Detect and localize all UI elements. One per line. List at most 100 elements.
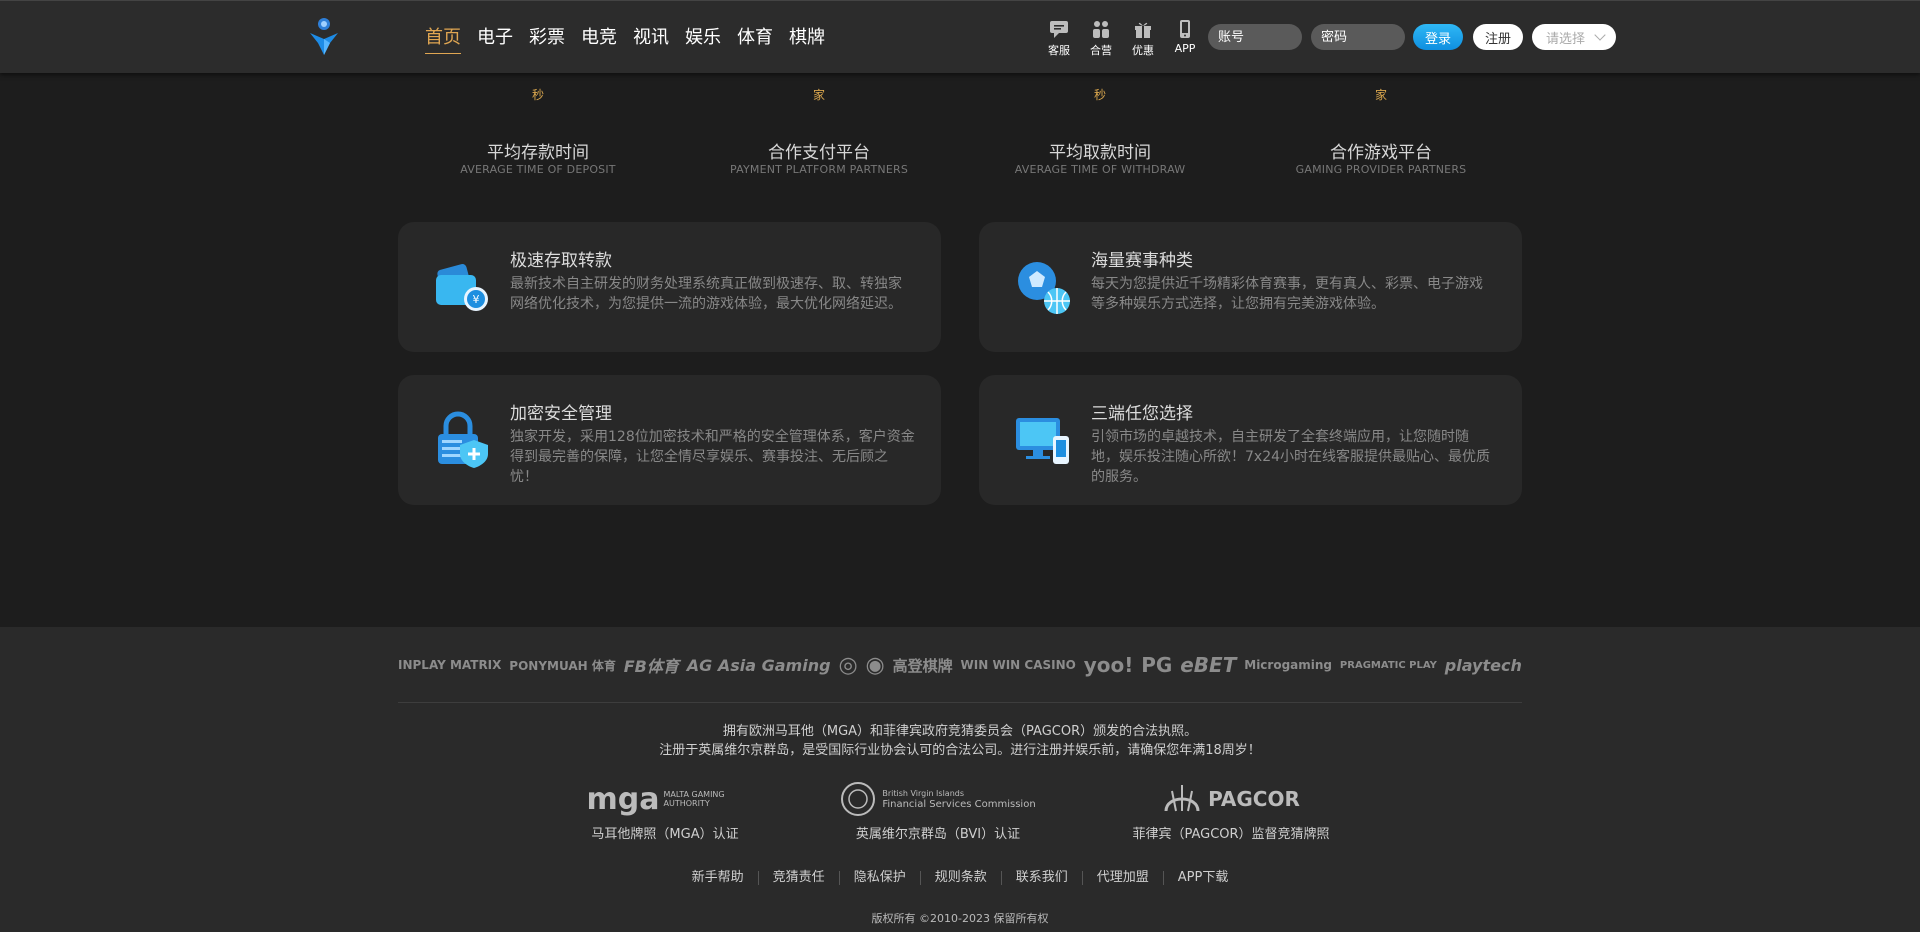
- tool-customer-service[interactable]: 客服: [1038, 19, 1080, 58]
- password-input[interactable]: [1311, 24, 1405, 50]
- license-bvi: British Virgin Islands Financial Service…: [808, 779, 1068, 842]
- stat-subtitle: AVERAGE TIME OF WITHDRAW: [1014, 163, 1186, 176]
- account-input[interactable]: [1208, 24, 1302, 50]
- nav-lottery[interactable]: 彩票: [529, 23, 565, 54]
- feature-description: 引领市场的卓越技术，自主研发了全套终端应用，让您随时随地，娱乐投注随心所欲！7x…: [1091, 429, 1491, 485]
- stat-unit: 家: [812, 88, 825, 102]
- nav-home[interactable]: 首页: [425, 23, 461, 54]
- license-caption: 马耳他牌照（MGA）认证: [591, 827, 739, 842]
- footer-link-contact[interactable]: 联系我们: [1002, 871, 1083, 885]
- partner-logo: WIN WIN CASINO: [960, 658, 1076, 672]
- license-caption: 英属维尔京群岛（BVI）认证: [855, 827, 1021, 842]
- tool-partnership[interactable]: 合营: [1080, 19, 1122, 58]
- nav-sports[interactable]: 体育: [737, 23, 773, 54]
- bvi-logo: British Virgin Islands Financial Service…: [808, 779, 1068, 819]
- nav-entertainment[interactable]: 娱乐: [685, 23, 721, 54]
- register-button[interactable]: 注册: [1473, 24, 1523, 50]
- nav-live-video[interactable]: 视讯: [633, 23, 669, 54]
- stat-title: 平均存款时间: [487, 143, 589, 163]
- license-pagcor: PAGCOR 菲律宾（PAGCOR）监督竞猜牌照: [1101, 779, 1361, 842]
- stat-title: 合作支付平台: [768, 143, 870, 163]
- select-label: 请选择: [1546, 31, 1586, 47]
- stat-unit: 秒: [1093, 88, 1106, 102]
- tool-app[interactable]: APP: [1164, 19, 1206, 58]
- partner-logo: PG: [1141, 653, 1173, 677]
- partner-logo: ◉: [865, 652, 885, 678]
- partner-logo: eBET: [1180, 653, 1237, 677]
- nav-chess-cards[interactable]: 棋牌: [789, 23, 825, 54]
- footer-links: 新手帮助 竞猜责任 隐私保护 规则条款 联系我们 代理加盟 APP下载: [0, 871, 1920, 885]
- svg-text:¥: ¥: [473, 293, 480, 306]
- footer-link-app-download[interactable]: APP下载: [1164, 871, 1243, 885]
- footer-divider: [398, 702, 1522, 703]
- partner-logo: yoo!: [1083, 653, 1134, 677]
- partner-logo: FB体育: [623, 657, 679, 676]
- feature-title: 海量赛事种类: [1091, 251, 1193, 271]
- footer-link-affiliate[interactable]: 代理加盟: [1083, 871, 1164, 885]
- pagcor-logo-text: PAGCOR: [1208, 787, 1300, 811]
- partner-logo: playtech: [1444, 655, 1522, 675]
- feature-card-devices: 三端任您选择 引领市场的卓越技术，自主研发了全套终端应用，让您随时随地，娱乐投注…: [979, 375, 1522, 505]
- partner-logo: PRAGMATIC PLAY: [1339, 659, 1437, 671]
- partner-logo: INPLAY MATRIX: [398, 658, 502, 672]
- footer-link-responsibility[interactable]: 竞猜责任: [759, 871, 840, 885]
- feature-title: 三端任您选择: [1091, 404, 1193, 424]
- partner-logo: PONYMUAH 体育: [509, 658, 616, 673]
- feature-card-security: 加密安全管理 独家开发，采用128位加密技术和严格的安全管理体系，客户资金得到最…: [398, 375, 941, 505]
- tool-label: 合营: [1090, 44, 1112, 57]
- header-tools: 客服 合营 优惠 APP: [1038, 19, 1206, 58]
- feature-card-fast-transfer: ¥ 极速存取转款 最新技术自主研发的财务处理系统真正做到极速存、取、转独家网络优…: [398, 222, 941, 352]
- partner-logo: Microgaming: [1244, 658, 1333, 672]
- main-nav: 首页 电子 彩票 电竞 视讯 娱乐 体育 棋牌: [425, 23, 841, 54]
- mga-logo: mga MALTA GAMING AUTHORITY: [535, 779, 795, 819]
- feature-description: 独家开发，采用128位加密技术和严格的安全管理体系，客户资金得到最完善的保障，让…: [510, 429, 915, 485]
- chevron-down-icon: [1594, 29, 1606, 41]
- tool-label: APP: [1174, 42, 1196, 55]
- mga-logo-sub: MALTA GAMING AUTHORITY: [663, 790, 725, 808]
- line-select[interactable]: 请选择: [1532, 24, 1616, 50]
- phone-icon: [1180, 20, 1190, 38]
- feature-title: 极速存取转款: [510, 251, 612, 271]
- copyright: 版权所有 ©2010-2023 保留所有权: [871, 912, 1049, 925]
- feature-title: 加密安全管理: [510, 404, 612, 424]
- stat-unit: 家: [1374, 88, 1387, 102]
- tool-promotions[interactable]: 优惠: [1122, 19, 1164, 58]
- pagcor-logo: PAGCOR: [1101, 779, 1361, 819]
- footer-link-help[interactable]: 新手帮助: [678, 871, 759, 885]
- sports-balls-icon: [1018, 262, 1070, 314]
- partners-icon: [1093, 21, 1109, 38]
- top-header: 首页 电子 彩票 电竞 视讯 娱乐 体育 棋牌 客服 合营 优惠 APP 登录 …: [0, 0, 1920, 73]
- registration-statement: 注册于英属维尔京群岛，是受国际行业协会认可的合法公司。进行注册并娱乐前，请确保您…: [659, 743, 1261, 758]
- tool-label: 优惠: [1132, 44, 1154, 57]
- pagcor-crest-icon: [1164, 785, 1200, 812]
- nav-electronic[interactable]: 电子: [477, 23, 513, 54]
- feature-description: 每天为您提供近千场精彩体育赛事，更有真人、彩票、电子游戏等多种娱乐方式选择，让您…: [1091, 276, 1483, 312]
- stat-title: 平均取款时间: [1049, 143, 1151, 163]
- stat-subtitle: PAYMENT PLATFORM PARTNERS: [729, 163, 909, 176]
- stat-title: 合作游戏平台: [1330, 143, 1432, 163]
- partner-logo: 高登棋牌: [892, 656, 953, 675]
- feature-description: 最新技术自主研发的财务处理系统真正做到极速存、取、转独家网络优化技术，为您提供一…: [510, 276, 902, 312]
- license-statement: 拥有欧洲马耳他（MGA）和菲律宾政府竞猜委员会（PAGCOR）颁发的合法执照。: [722, 724, 1198, 739]
- partner-logo: AG Asia Gaming: [686, 655, 831, 675]
- wallet-icon: ¥: [436, 264, 488, 311]
- bvi-logo-sub: Financial Services Commission: [882, 799, 1036, 810]
- site-footer: INPLAY MATRIX PONYMUAH 体育 FB体育 AG Asia G…: [0, 627, 1920, 932]
- feature-card-events: 海量赛事种类 每天为您提供近千场精彩体育赛事，更有真人、彩票、电子游戏等多种娱乐…: [979, 222, 1522, 352]
- stat-unit: 秒: [531, 88, 544, 102]
- footer-link-privacy[interactable]: 隐私保护: [840, 871, 921, 885]
- bvi-seal-icon: [841, 782, 876, 816]
- login-button[interactable]: 登录: [1413, 24, 1463, 50]
- footer-link-terms[interactable]: 规则条款: [921, 871, 1002, 885]
- license-caption: 菲律宾（PAGCOR）监督竞猜牌照: [1132, 827, 1330, 842]
- tool-label: 客服: [1048, 44, 1070, 57]
- brand-logo-icon[interactable]: [308, 17, 340, 57]
- chat-icon: [1050, 21, 1068, 38]
- nav-esports[interactable]: 电竞: [581, 23, 617, 54]
- stat-subtitle: GAMING PROVIDER PARTNERS: [1295, 163, 1467, 176]
- partner-logos: INPLAY MATRIX PONYMUAH 体育 FB体育 AG Asia G…: [398, 645, 1522, 685]
- gift-icon: [1135, 22, 1151, 38]
- stat-subtitle: AVERAGE TIME OF DEPOSIT: [460, 163, 616, 176]
- mga-logo-text: mga: [586, 781, 660, 817]
- lock-shield-icon: [438, 411, 488, 468]
